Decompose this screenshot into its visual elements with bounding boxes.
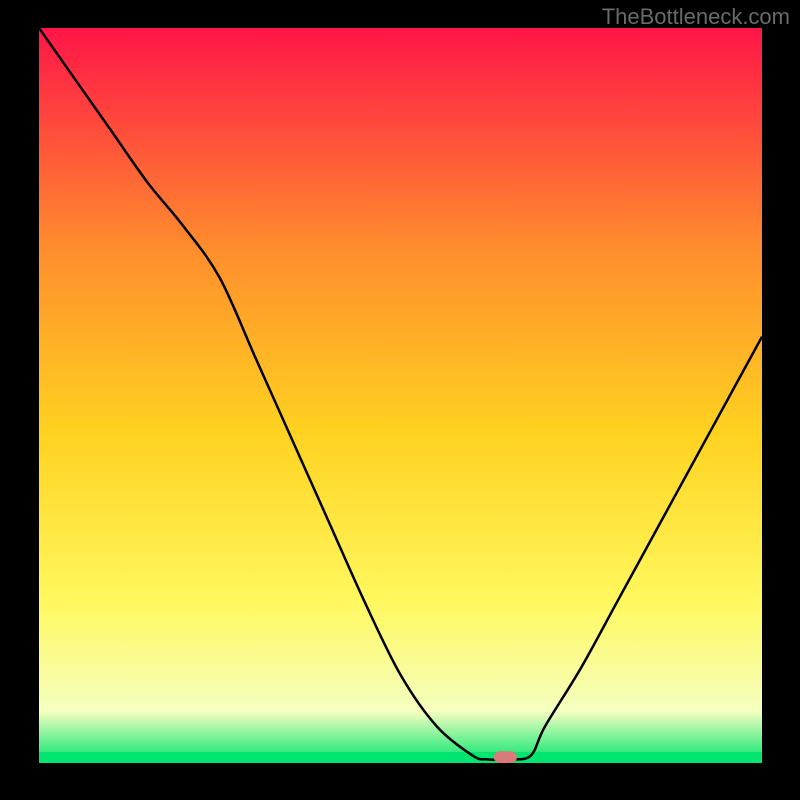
- chart-svg: [39, 28, 762, 763]
- bottleneck-curve: [39, 28, 762, 760]
- plot-area: [39, 28, 762, 763]
- attribution-text: TheBottleneck.com: [602, 4, 790, 30]
- minimum-marker: [494, 751, 517, 763]
- green-band: [39, 752, 762, 763]
